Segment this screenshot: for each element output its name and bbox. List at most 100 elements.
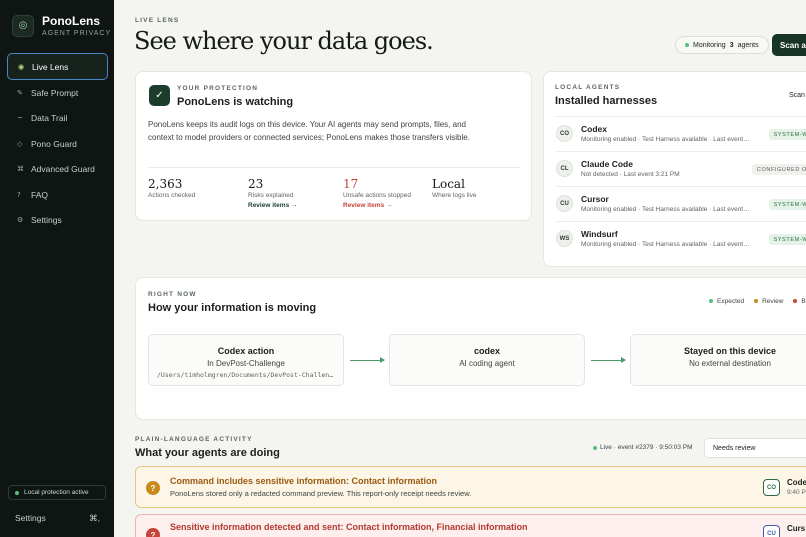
divider (148, 167, 520, 168)
legend-expected: Expected (709, 298, 744, 305)
legend-blocked: Bl (793, 298, 806, 305)
review-items-link[interactable]: Review items → (248, 202, 298, 209)
sidebar: ◎ PonoLens AGENT PRIVACY ◉ Live Lens ✎ Saf… (0, 0, 114, 537)
sidebar-item-label: Safe Prompt (31, 87, 79, 98)
alert-agent-badge: CO (763, 479, 780, 496)
scan-agents-link[interactable]: Scan (789, 92, 805, 99)
monitor-suffix: agents (737, 41, 759, 49)
flow-source-node[interactable]: Codex action In DevPost-Challenge /Users… (148, 334, 344, 386)
settings-shortcut: ⌘, (89, 513, 100, 523)
trail-icon: ~ (17, 114, 23, 123)
brand-subtitle: AGENT PRIVACY (42, 30, 112, 37)
activity-alert-review[interactable]: ? Command includes sensitive information… (135, 466, 806, 508)
stat-risks-explained: 23 Risks explained Review items → (248, 177, 298, 209)
agent-row-claude-code[interactable]: CL Claude Code Not detected · Last event… (555, 151, 806, 186)
alert-agent-name: Curs (787, 524, 806, 533)
stat-logs-location: Local Where logs live (432, 177, 476, 199)
alert-agent-badge: CU (763, 525, 780, 537)
stat-label: Risks explained (248, 192, 294, 199)
settings-label: Settings (15, 513, 46, 523)
agent-name: Windsurf (581, 229, 618, 239)
agents-title: Installed harnesses (555, 95, 658, 107)
alert-agent-time: 9:40 P (787, 489, 806, 496)
agent-scope-badge: CONFIGURED ONLY (751, 164, 806, 175)
agent-name: Claude Code (581, 159, 633, 169)
flow-node-subtitle: In DevPost-Challenge (207, 359, 285, 368)
agent-avatar: CL (556, 160, 573, 177)
agent-name: Codex (581, 124, 607, 134)
checkmark-icon: ✓ (149, 85, 170, 106)
status-dot-icon (593, 445, 597, 450)
agent-meta: Monitoring enabled · Test Harness availa… (581, 241, 751, 248)
agent-row-cursor[interactable]: CU Cursor Monitoring enabled · Test Harn… (555, 186, 806, 221)
question-icon: ? (146, 528, 160, 537)
alert-agent-name: Codex (787, 478, 806, 487)
gear-icon: ⚙ (17, 216, 24, 225)
stat-value: 23 (248, 177, 264, 191)
flow-title: How your information is moving (148, 302, 317, 314)
flow-agent-node[interactable]: codex AI coding agent (389, 334, 585, 386)
flow-node-subtitle: No external destination (689, 359, 771, 368)
sidebar-item-live-lens[interactable]: ◉ Live Lens (7, 53, 108, 80)
flow-node-subtitle: AI coding agent (459, 359, 515, 368)
review-items-link[interactable]: Review items → (343, 202, 411, 209)
sidebar-item-faq[interactable]: ? FAQ (7, 182, 108, 208)
sidebar-item-label: Advanced Guard (31, 164, 95, 175)
data-flow-card: RIGHT NOW How your information is moving… (135, 277, 806, 420)
sidebar-item-safe-prompt[interactable]: ✎ Safe Prompt (7, 80, 108, 106)
activity-alert-blocked[interactable]: ? Sensitive information detected and sen… (135, 514, 806, 537)
ponolens-logo-icon: ◎ (12, 14, 34, 37)
alert-title: Sensitive information detected and sent:… (170, 522, 528, 532)
monitor-prefix: Monitoring (693, 41, 726, 49)
sidebar-item-label: Pono Guard (31, 138, 77, 149)
agent-avatar: CU (556, 195, 573, 212)
live-event-status: Live · event #2379 · 9:50:03 PM (593, 444, 693, 451)
legend-dot-icon (754, 299, 759, 304)
stat-value: 17 (343, 177, 359, 191)
scan-button[interactable]: Scan a (772, 34, 806, 56)
agent-row-windsurf[interactable]: WS Windsurf Monitoring enabled · Test Ha… (555, 221, 806, 256)
legend-dot-icon (709, 299, 713, 304)
monitor-count: 3 (729, 41, 734, 49)
flow-legend: Expected Review Bl (709, 298, 806, 305)
alert-body: PonoLens stored only a redacted command … (170, 489, 472, 498)
activity-title: What your agents are doing (135, 447, 280, 459)
live-lens-icon: ◉ (18, 62, 25, 71)
stat-label: Actions checked (148, 192, 196, 199)
sidebar-item-pono-guard[interactable]: ◇ Pono Guard (7, 131, 108, 157)
stat-value: 2,363 (148, 177, 183, 191)
sidebar-item-data-trail[interactable]: ~ Data Trail (7, 106, 108, 132)
agents-card: LOCAL AGENTS Installed harnesses Scan CO… (543, 71, 806, 267)
command-icon: ⌘ (17, 165, 24, 174)
agent-row-codex[interactable]: CO Codex Monitoring enabled · Test Harne… (555, 116, 806, 151)
question-icon: ? (17, 190, 21, 199)
sidebar-item-settings[interactable]: ⚙ Settings (7, 208, 108, 234)
agent-meta: Monitoring enabled · Test Harness availa… (581, 206, 751, 213)
local-protection-text: Local protection active (24, 489, 89, 496)
page-title: See where your data goes. (134, 27, 434, 55)
status-dot-icon (685, 43, 689, 47)
sidebar-item-label: Settings (31, 215, 62, 226)
flow-destination-node[interactable]: Stayed on this device No external destin… (630, 334, 806, 386)
protection-eyebrow: YOUR PROTECTION (177, 85, 259, 92)
protection-card: ✓ YOUR PROTECTION PonoLens is watching P… (135, 71, 532, 221)
flow-node-title: codex (473, 346, 500, 356)
agent-meta: Monitoring enabled · Test Harness availa… (581, 136, 751, 143)
flow-node-title: Stayed on this device (683, 346, 777, 356)
stat-label: Where logs live (432, 192, 477, 199)
brand-name: PonoLens (42, 14, 101, 28)
agent-scope-badge: SYSTEM-WIDE (768, 234, 806, 245)
stat-actions-checked: 2,363 Actions checked (148, 177, 195, 199)
sidebar-item-advanced-guard[interactable]: ⌘ Advanced Guard (7, 157, 108, 183)
flow-arrow-icon (350, 357, 385, 363)
local-protection-badge: Local protection active (8, 485, 106, 500)
sidebar-nav: ◉ Live Lens ✎ Safe Prompt ~ Data Trail ◇ Pon… (7, 53, 108, 233)
agent-scope-badge: SYSTEM-WIDE (768, 129, 806, 140)
question-icon: ? (146, 481, 160, 495)
stat-unsafe-stopped: 17 Unsafe actions stopped Review items → (343, 177, 411, 209)
legend-label: Expected (717, 298, 745, 305)
sidebar-settings-link[interactable]: Settings ⌘, (15, 513, 100, 524)
pencil-icon: ✎ (17, 88, 23, 97)
diamond-icon: ◇ (17, 139, 23, 148)
activity-filter-select[interactable]: Needs review (704, 438, 806, 458)
